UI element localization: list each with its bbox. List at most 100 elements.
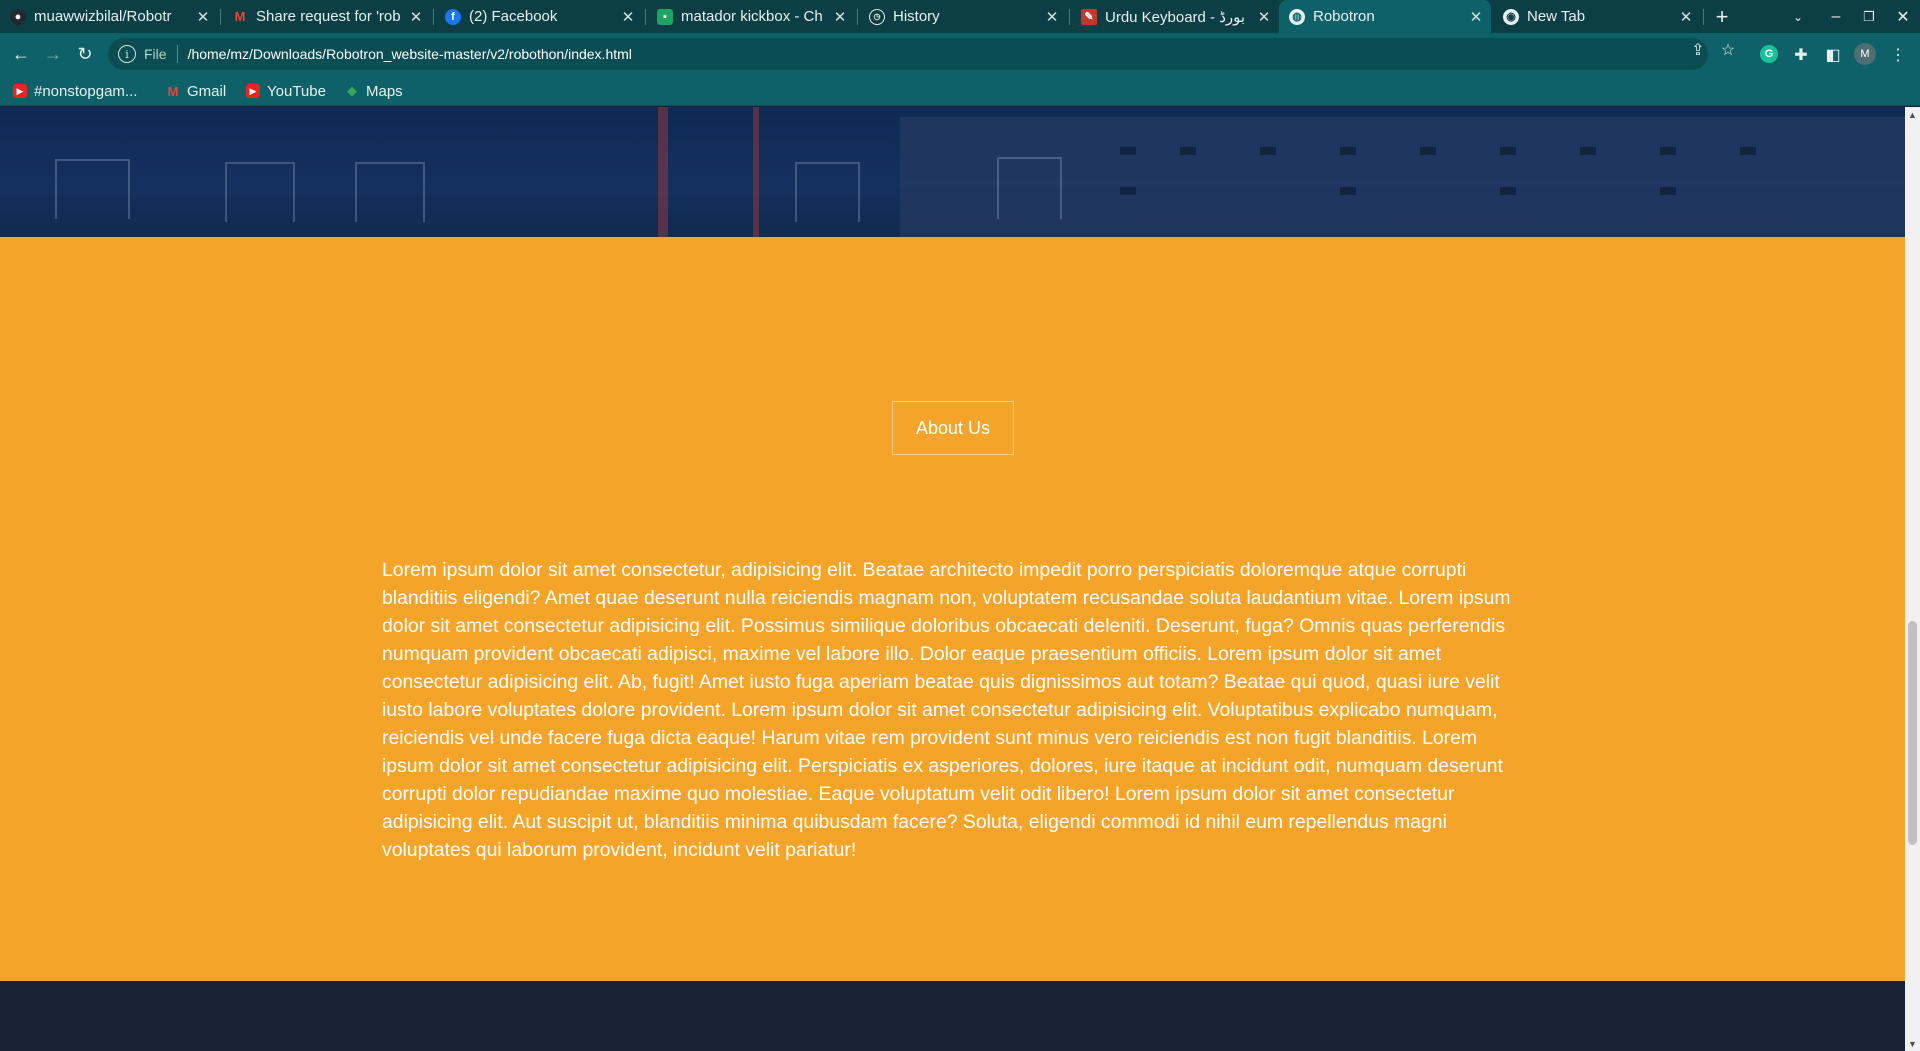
facebook-icon: f: [445, 8, 461, 25]
bookmark-maps[interactable]: ◆ Maps: [345, 76, 403, 106]
tab-separator: [1069, 9, 1070, 25]
bookmark-label: Gmail: [187, 82, 227, 100]
tab-strip: ● muawwizbilal/Robotr ✕ M Share request …: [0, 0, 1920, 33]
close-window-button[interactable]: ✕: [1886, 0, 1920, 33]
history-icon: ◷: [869, 8, 885, 25]
restore-button[interactable]: ❐: [1852, 0, 1886, 33]
window-shape: [1120, 187, 1136, 195]
close-icon[interactable]: ✕: [1041, 8, 1063, 26]
tab-robotron[interactable]: ◍ Robotron ✕: [1279, 0, 1491, 33]
close-icon[interactable]: ✕: [192, 8, 214, 26]
tab-title: Share request for 'rob: [256, 8, 401, 25]
tab-github[interactable]: ● muawwizbilal/Robotr ✕: [0, 0, 218, 33]
tab-title: Robotron: [1313, 8, 1375, 25]
bookmark-gmail[interactable]: M Gmail: [166, 76, 227, 106]
window-shape: [1120, 147, 1136, 155]
tab-separator: [645, 9, 646, 25]
window-shape: [1660, 147, 1676, 155]
reload-button[interactable]: ↻: [69, 33, 101, 76]
address-bar[interactable]: i File /home/mz/Downloads/Robotron_websi…: [108, 38, 1708, 70]
profile-avatar[interactable]: M: [1854, 43, 1876, 65]
goal-frame: [225, 162, 295, 222]
close-icon[interactable]: ✕: [405, 8, 427, 26]
divider: [176, 45, 178, 63]
tab-title: New Tab: [1527, 8, 1586, 25]
forward-button[interactable]: →: [37, 33, 69, 76]
window-shape: [1180, 147, 1196, 155]
window-shape: [1500, 147, 1516, 155]
youtube-icon: ▶: [13, 84, 27, 98]
close-icon[interactable]: ✕: [1253, 8, 1275, 26]
hero-background-image: [0, 107, 1905, 237]
menu-icon[interactable]: ⋮: [1888, 45, 1908, 65]
bookmarks-bar: ▶ #nonstopgam... M Gmail ▶ YouTube ◆ Map…: [0, 76, 1920, 106]
chat-icon: ▪: [657, 8, 673, 25]
scroll-thumb[interactable]: [1908, 621, 1917, 845]
goal-frame: [355, 162, 425, 222]
tab-separator: [220, 9, 221, 25]
chrome-icon: ◉: [1503, 8, 1519, 25]
tab-history[interactable]: ◷ History ✕: [859, 0, 1067, 33]
url-text[interactable]: /home/mz/Downloads/Robotron_website-mast…: [188, 46, 632, 62]
github-icon: ●: [10, 8, 26, 25]
tab-chat[interactable]: ▪ matador kickbox - Ch ✕: [647, 0, 855, 33]
pole-shape: [753, 107, 759, 237]
tab-title: Urdu Keyboard - ﺑﻮﺭﮈ: [1105, 8, 1246, 26]
minimize-button[interactable]: –: [1820, 0, 1852, 33]
window-shape: [1420, 147, 1436, 155]
keyboard-icon: ✎: [1081, 8, 1097, 25]
extensions-icon[interactable]: ✚: [1791, 45, 1811, 65]
grammarly-icon[interactable]: G: [1760, 45, 1778, 63]
page-viewport: About Us Lorem ipsum dolor sit amet cons…: [0, 107, 1905, 1051]
scroll-down-arrow-icon[interactable]: ▼: [1905, 1036, 1920, 1051]
url-scheme: File: [144, 46, 167, 62]
close-icon[interactable]: ✕: [829, 8, 851, 26]
gmail-icon: M: [234, 9, 246, 24]
bookmark-nonstopgam[interactable]: ▶ #nonstopgam...: [13, 76, 137, 106]
goal-frame: [795, 162, 860, 222]
goal-frame: [997, 157, 1062, 219]
tab-separator: [433, 9, 434, 25]
window-shape: [1660, 187, 1676, 195]
tab-title: muawwizbilal/Robotr: [34, 8, 172, 25]
bookmark-youtube[interactable]: ▶ YouTube: [246, 76, 326, 106]
window-shape: [1500, 187, 1516, 195]
tab-separator: [1703, 9, 1704, 25]
browser-toolbar: ← → ↻ i File /home/mz/Downloads/Robotron…: [0, 33, 1920, 76]
footer-section: [0, 981, 1905, 1051]
page-scrollbar[interactable]: ▲ ▼: [1905, 107, 1920, 1051]
tab-gmail[interactable]: M Share request for 'rob ✕: [222, 0, 431, 33]
info-icon[interactable]: i: [118, 45, 136, 63]
window-shape: [1740, 147, 1756, 155]
window-shape: [1340, 187, 1356, 195]
back-button[interactable]: ←: [5, 33, 37, 76]
maps-icon: ◆: [347, 83, 357, 98]
about-paragraph: Lorem ipsum dolor sit amet consectetur, …: [382, 559, 1511, 861]
gmail-icon: M: [167, 83, 179, 99]
tab-title: History: [893, 8, 940, 25]
bookmark-label: #nonstopgam...: [34, 82, 138, 100]
side-panel-icon[interactable]: ◧: [1823, 45, 1843, 65]
about-section: About Us Lorem ipsum dolor sit amet cons…: [0, 237, 1905, 981]
pole-shape: [658, 107, 668, 237]
share-icon[interactable]: ⇪: [1689, 41, 1707, 59]
window-shape: [1580, 147, 1596, 155]
about-us-button[interactable]: About Us: [892, 401, 1014, 455]
scroll-up-arrow-icon[interactable]: ▲: [1905, 107, 1920, 122]
close-icon[interactable]: ✕: [1675, 8, 1697, 26]
tab-title: (2) Facebook: [469, 8, 558, 25]
tab-urdu-keyboard[interactable]: ✎ Urdu Keyboard - ﺑﻮﺭﮈ ✕: [1071, 0, 1279, 33]
close-icon[interactable]: ✕: [1465, 8, 1487, 26]
youtube-icon: ▶: [246, 84, 260, 98]
globe-icon: ◍: [1289, 8, 1305, 25]
bookmark-label: YouTube: [267, 82, 326, 100]
tab-facebook[interactable]: f (2) Facebook ✕: [435, 0, 643, 33]
tab-title: matador kickbox - Ch: [681, 8, 823, 25]
tab-separator: [857, 9, 858, 25]
tab-search-button[interactable]: ⌄: [1782, 0, 1814, 33]
bookmark-star-icon[interactable]: ☆: [1719, 41, 1737, 59]
bookmark-label: Maps: [366, 82, 403, 100]
tab-new-tab[interactable]: ◉ New Tab ✕: [1493, 0, 1701, 33]
close-icon[interactable]: ✕: [617, 8, 639, 26]
new-tab-button[interactable]: +: [1706, 0, 1738, 33]
